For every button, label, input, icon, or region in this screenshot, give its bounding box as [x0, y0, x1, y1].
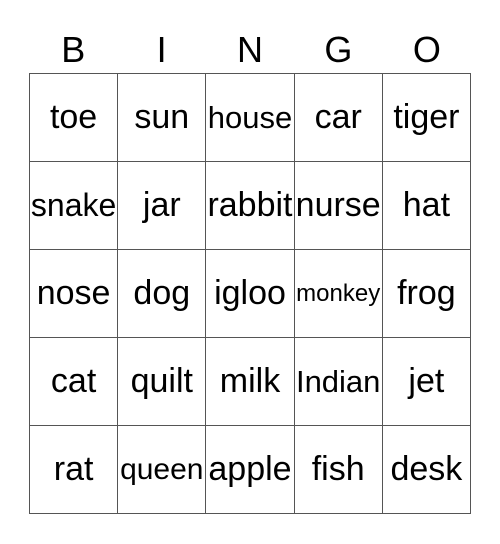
bingo-cell[interactable]: hat — [382, 162, 471, 250]
bingo-header: B I N G O — [29, 28, 471, 72]
bingo-cell[interactable]: toe — [30, 74, 119, 162]
bingo-cell[interactable]: igloo — [206, 250, 295, 338]
bingo-cell[interactable]: jar — [118, 162, 207, 250]
bingo-cell[interactable]: fish — [294, 426, 383, 514]
bingo-cell[interactable]: Indian — [294, 338, 383, 426]
header-letter-b: B — [61, 29, 86, 70]
bingo-cell[interactable]: house — [206, 74, 295, 162]
bingo-cell[interactable]: desk — [382, 426, 471, 514]
bingo-grid: toe sun house car tiger snake jar rabbit… — [29, 73, 471, 514]
bingo-cell[interactable]: frog — [382, 250, 471, 338]
bingo-cell[interactable]: quilt — [118, 338, 207, 426]
bingo-cell[interactable]: dog — [118, 250, 207, 338]
bingo-cell[interactable]: car — [294, 74, 383, 162]
bingo-cell[interactable]: queen — [118, 426, 207, 514]
bingo-cell[interactable]: nurse — [294, 162, 383, 250]
bingo-cell[interactable]: tiger — [382, 74, 471, 162]
bingo-cell[interactable]: rat — [30, 426, 119, 514]
header-letter-g: G — [324, 29, 353, 70]
bingo-cell[interactable]: jet — [382, 338, 471, 426]
bingo-cell[interactable]: nose — [30, 250, 119, 338]
bingo-cell[interactable]: apple — [206, 426, 295, 514]
header-letter-i: I — [156, 29, 167, 70]
header-letter-o: O — [412, 29, 441, 70]
bingo-cell[interactable]: monkey — [294, 250, 383, 338]
bingo-cell[interactable]: snake — [30, 162, 119, 250]
bingo-cell[interactable]: rabbit — [206, 162, 295, 250]
header-letter-n: N — [237, 29, 264, 70]
bingo-cell[interactable]: cat — [30, 338, 119, 426]
bingo-cell[interactable]: milk — [206, 338, 295, 426]
bingo-cell[interactable]: sun — [118, 74, 207, 162]
